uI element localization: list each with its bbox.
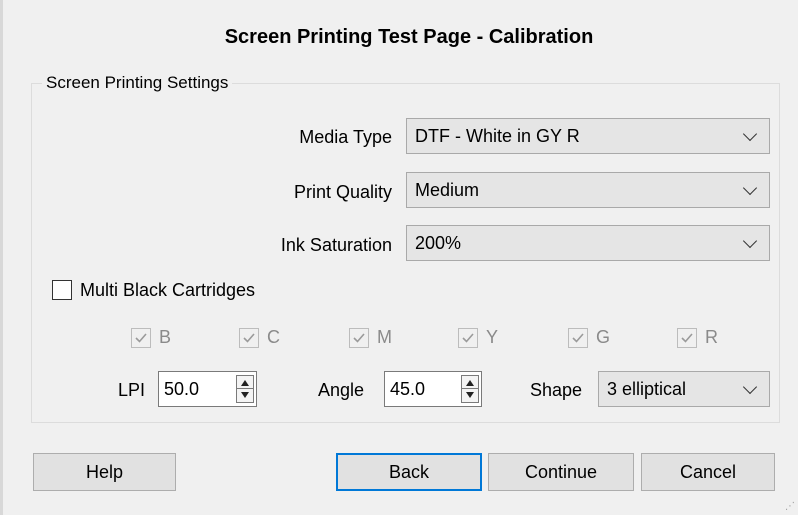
chevron-down-icon bbox=[742, 126, 758, 142]
help-button[interactable]: Help bbox=[33, 453, 176, 491]
ink-saturation-select[interactable]: 200% bbox=[406, 225, 770, 261]
cartridge-g-label: G bbox=[596, 327, 611, 347]
print-quality-label: Print Quality bbox=[293, 182, 392, 202]
resize-grip-icon[interactable]: ⋰ bbox=[785, 501, 795, 512]
lpi-spinbox[interactable]: 50.0 bbox=[158, 371, 257, 407]
cartridge-g-checkbox[interactable]: G bbox=[568, 327, 610, 348]
chevron-down-icon bbox=[742, 233, 758, 249]
cartridge-c-label: C bbox=[267, 327, 280, 347]
shape-select[interactable]: 3 elliptical bbox=[598, 371, 770, 407]
spin-separator bbox=[237, 388, 253, 389]
ink-saturation-value: 200% bbox=[415, 232, 462, 253]
shape-label: Shape bbox=[530, 380, 583, 400]
multi-black-label: Multi Black Cartridges bbox=[80, 280, 256, 300]
cartridge-m-checkbox[interactable]: M bbox=[349, 327, 392, 348]
cartridge-b-label: B bbox=[159, 327, 172, 347]
cartridge-c-checkbox[interactable]: C bbox=[239, 327, 280, 348]
spin-separator bbox=[462, 388, 478, 389]
checkmark-icon bbox=[131, 327, 151, 348]
dialog-title: Screen Printing Test Page - Calibration bbox=[224, 26, 594, 48]
window-left-edge bbox=[0, 0, 3, 515]
chevron-down-icon bbox=[742, 180, 758, 196]
checkmark-icon bbox=[349, 327, 369, 348]
checkmark-icon bbox=[677, 327, 697, 348]
media-type-label: Media Type bbox=[299, 127, 392, 147]
cartridge-r-label: R bbox=[705, 327, 718, 347]
cartridge-r-checkbox[interactable]: R bbox=[677, 327, 718, 348]
shape-value: 3 elliptical bbox=[607, 378, 687, 399]
ink-saturation-label: Ink Saturation bbox=[280, 235, 392, 255]
angle-value: 45.0 bbox=[390, 378, 426, 399]
lpi-label: LPI bbox=[118, 380, 146, 400]
print-quality-value: Medium bbox=[415, 179, 480, 200]
spin-arrows-icon[interactable] bbox=[461, 375, 479, 403]
spin-arrows-icon[interactable] bbox=[236, 375, 254, 403]
angle-spinbox[interactable]: 45.0 bbox=[384, 371, 482, 407]
cancel-button[interactable]: Cancel bbox=[641, 453, 775, 491]
angle-label: Angle bbox=[318, 380, 365, 400]
media-type-select[interactable]: DTF - White in GY R bbox=[406, 118, 770, 154]
chevron-down-icon bbox=[742, 379, 758, 395]
cartridge-y-checkbox[interactable]: Y bbox=[458, 327, 498, 348]
cartridge-m-label: M bbox=[377, 327, 392, 347]
checkmark-icon bbox=[239, 327, 259, 348]
print-quality-select[interactable]: Medium bbox=[406, 172, 770, 208]
spin-up-icon bbox=[241, 380, 249, 386]
spin-down-icon bbox=[241, 392, 249, 398]
continue-button[interactable]: Continue bbox=[488, 453, 634, 491]
media-type-value: DTF - White in GY R bbox=[415, 125, 580, 146]
checkmark-icon bbox=[458, 327, 478, 348]
multi-black-checkbox[interactable] bbox=[52, 280, 72, 300]
checkmark-icon bbox=[568, 327, 588, 348]
back-button[interactable]: Back bbox=[336, 453, 482, 491]
cartridge-y-label: Y bbox=[486, 327, 499, 347]
lpi-value: 50.0 bbox=[164, 378, 200, 399]
cartridge-b-checkbox[interactable]: B bbox=[131, 327, 171, 348]
group-title: Screen Printing Settings bbox=[42, 73, 233, 93]
spin-down-icon bbox=[466, 392, 474, 398]
spin-up-icon bbox=[466, 380, 474, 386]
